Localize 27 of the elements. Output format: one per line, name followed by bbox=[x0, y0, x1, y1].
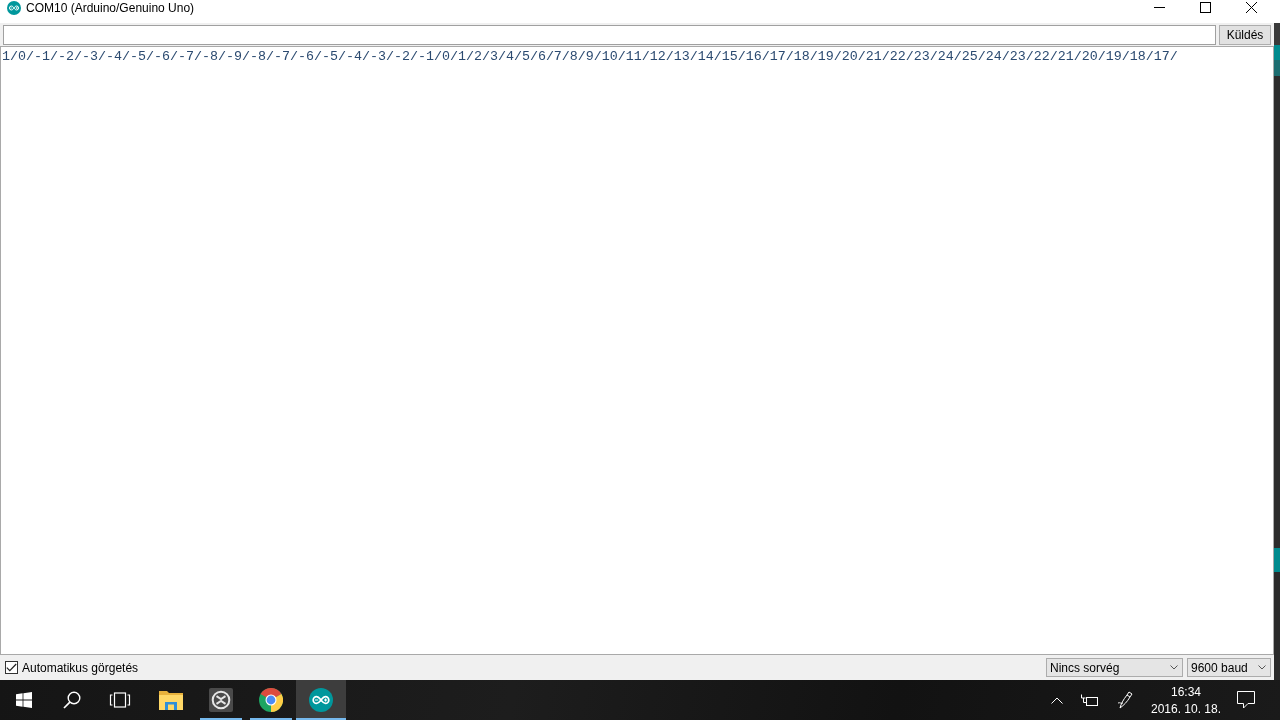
chevron-down-icon bbox=[1170, 665, 1178, 670]
serial-output-text: 1/0/-1/-2/-3/-4/-5/-6/-7/-8/-9/-8/-7/-6/-5/-4/-3/-2/-1/0/1/2/3/4/5/6/7/8/9/10/11/12/13/14/15/16/17/18/19/20/21/22/23/24/25/24/23/22/21/20/19/18/17/ bbox=[2, 49, 1178, 65]
send-button[interactable]: Küldés bbox=[1219, 25, 1271, 45]
autoscroll-checkbox[interactable] bbox=[5, 661, 18, 674]
clock-date: 2016. 10. 18. bbox=[1150, 701, 1222, 716]
segmented-circle-icon bbox=[259, 688, 283, 712]
windows-logo-icon bbox=[16, 692, 32, 708]
folder-icon bbox=[159, 690, 183, 710]
checkmark-icon bbox=[6, 663, 17, 672]
round-emblem-icon bbox=[209, 688, 233, 712]
line-ending-dropdown[interactable]: Nincs sorvég bbox=[1046, 658, 1183, 677]
autoscroll-label: Automatikus görgetés bbox=[22, 660, 139, 675]
window-title: COM10 (Arduino/Genuino Uno) bbox=[26, 1, 195, 16]
task-view-icon bbox=[109, 692, 131, 708]
chevron-down-icon bbox=[1258, 665, 1266, 670]
battery-plug-icon bbox=[1080, 693, 1098, 707]
speech-bubble-icon bbox=[1237, 691, 1255, 709]
taskbar-app-button[interactable] bbox=[296, 680, 346, 720]
close-icon bbox=[1245, 2, 1257, 13]
chevron-up-icon bbox=[1051, 696, 1063, 704]
message-input[interactable] bbox=[3, 25, 1216, 45]
pen-icon bbox=[1117, 691, 1133, 709]
search-icon bbox=[63, 691, 81, 709]
maximize-icon bbox=[1199, 2, 1211, 13]
infinity-logo-icon bbox=[309, 688, 333, 712]
clock-time: 16:34 bbox=[1171, 684, 1201, 699]
baud-rate-dropdown[interactable]: 9600 baud bbox=[1187, 658, 1271, 677]
